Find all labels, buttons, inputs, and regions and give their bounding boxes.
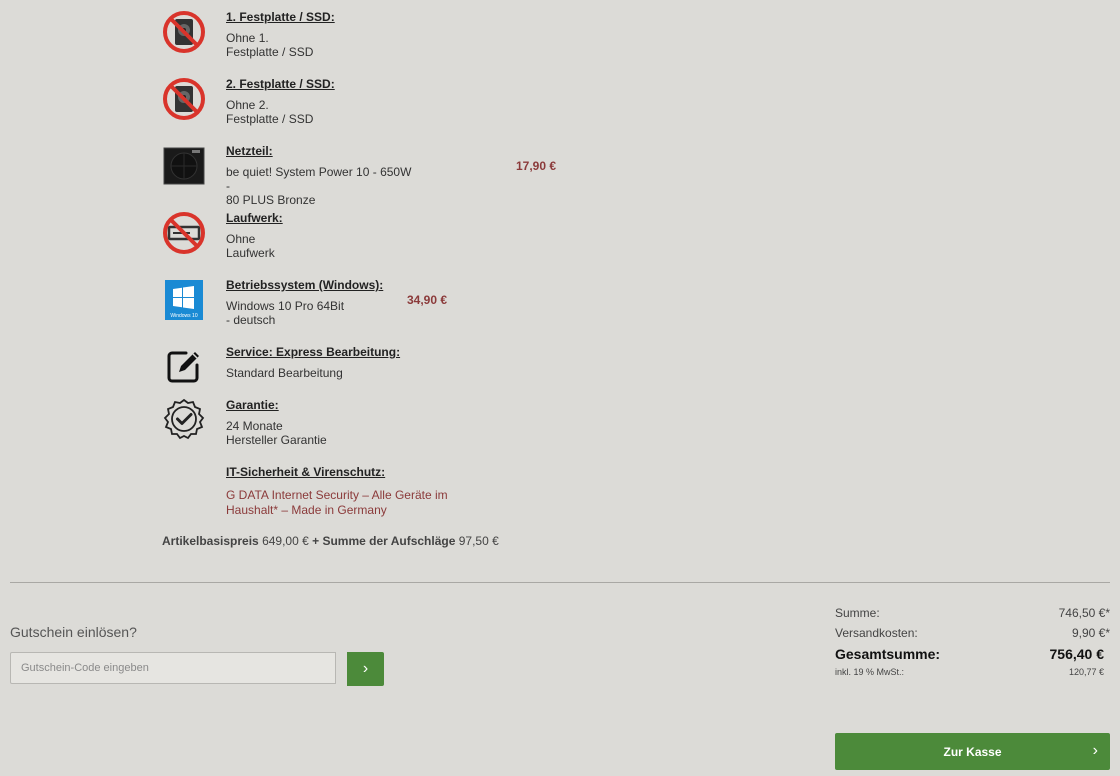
config-item-value: 24 Monate Hersteller Garantie <box>226 419 416 447</box>
config-item-label: IT-Sicherheit & Virenschutz: <box>226 465 386 479</box>
price-summary-line: Artikelbasispreis 649,00 € + Summe der A… <box>162 534 499 548</box>
config-item-value-text: Standard Bearbeitung <box>226 366 343 380</box>
windows-10-icon-text: Windows 10 <box>170 313 197 319</box>
config-item-value: Windows 10 Pro 64Bit - deutsch <box>226 299 416 327</box>
power-supply-icon <box>162 144 206 188</box>
order-totals: Summe: 746,50 €* Versandkosten: 9,90 €* … <box>835 604 1110 688</box>
config-item-value-text: Ohne Laufwerk <box>226 232 275 260</box>
grand-total-label: Gesamtsumme: <box>835 646 941 662</box>
config-item-label: Service: Express Bearbeitung: <box>226 345 401 359</box>
config-item-value: Ohne 2. Festplatte / SSD <box>226 98 416 126</box>
config-item-label: 2. Festplatte / SSD: <box>226 77 335 91</box>
checkout-button-label: Zur Kasse <box>943 744 1002 759</box>
checkout-button[interactable]: Zur Kasse › <box>835 733 1110 770</box>
config-item-label: Laufwerk: <box>226 211 283 225</box>
grand-total-value: 756,40 € <box>1049 646 1105 662</box>
voucher-title: Gutschein einlösen? <box>10 624 137 640</box>
windows-10-icon: Windows 10 <box>162 278 206 322</box>
warranty-check-icon <box>162 398 206 442</box>
config-item-value-text: 24 Monate Hersteller Garantie <box>226 419 327 447</box>
config-item-label: Betriebssystem (Windows): <box>226 278 384 292</box>
config-item-price: 17,90 € <box>516 159 557 173</box>
shipping-value: 9,90 €* <box>1071 626 1110 640</box>
totals-row-vat: inkl. 19 % MwSt.: 120,77 € <box>835 667 1110 688</box>
config-item-value: Ohne 1. Festplatte / SSD <box>226 31 416 59</box>
chevron-right-icon: › <box>1092 742 1098 759</box>
config-item-value: Ohne Laufwerk <box>226 232 416 260</box>
config-item-value: be quiet! System Power 10 - 650W - 80 PL… <box>226 165 416 207</box>
config-item-value-text: Ohne 2. Festplatte / SSD <box>226 98 314 126</box>
voucher-submit-button[interactable]: › <box>347 652 384 686</box>
vat-value: 120,77 € <box>1068 667 1104 677</box>
totals-row-sum: Summe: 746,50 €* <box>835 604 1110 624</box>
config-item-price: 34,90 € <box>407 293 448 307</box>
config-item-label: Garantie: <box>226 398 279 412</box>
base-price-value: 649,00 € <box>262 534 309 548</box>
surcharge-value: 97,50 € <box>458 534 499 548</box>
sum-label: Summe: <box>835 606 880 620</box>
config-item-value-text: Windows 10 Pro 64Bit - deutsch <box>226 299 345 327</box>
surcharge-label: + Summe der Aufschläge <box>312 534 456 548</box>
totals-row-grand-total: Gesamtsumme: 756,40 € <box>835 644 1110 668</box>
no-harddisk-icon <box>162 77 206 121</box>
voucher-code-input[interactable] <box>10 652 336 684</box>
totals-row-shipping: Versandkosten: 9,90 €* <box>835 624 1110 644</box>
edit-icon <box>162 345 206 389</box>
shipping-label: Versandkosten: <box>835 626 918 640</box>
sum-value: 746,50 €* <box>1058 606 1110 620</box>
no-drive-icon <box>162 211 206 255</box>
config-item-label: Netzteil: <box>226 144 273 158</box>
config-item-value: G DATA Internet Security – Alle Geräte i… <box>226 488 466 518</box>
config-item-value-text: Ohne 1. Festplatte / SSD <box>226 31 314 59</box>
config-item-value: Standard Bearbeitung <box>226 366 466 380</box>
section-divider <box>10 582 1110 583</box>
config-item-value-text: G DATA Internet Security – Alle Geräte i… <box>226 488 448 517</box>
config-item-label: 1. Festplatte / SSD: <box>226 10 335 24</box>
base-price-label: Artikelbasispreis <box>162 534 259 548</box>
no-harddisk-icon <box>162 10 206 54</box>
chevron-right-icon: › <box>362 660 369 677</box>
config-item-value-text: be quiet! System Power 10 - 650W - 80 PL… <box>226 165 412 207</box>
vat-label: inkl. 19 % MwSt.: <box>835 667 905 677</box>
